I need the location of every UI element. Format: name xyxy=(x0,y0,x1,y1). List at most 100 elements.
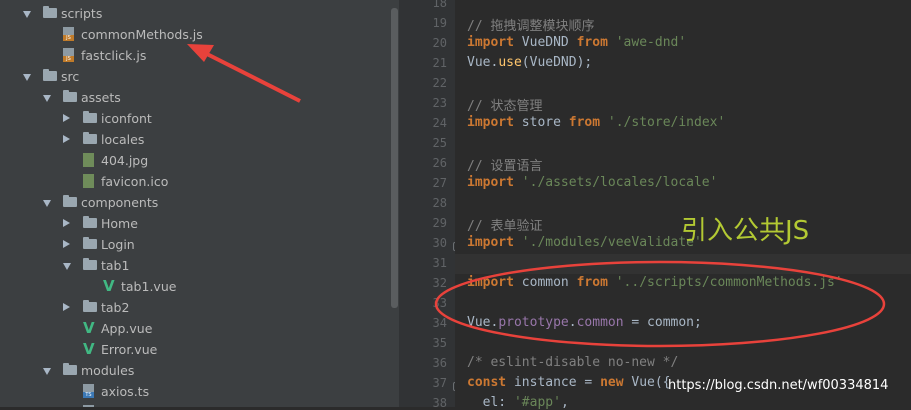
folder-icon xyxy=(63,90,77,102)
code-token: Vue. xyxy=(467,55,499,70)
code-token: . xyxy=(568,315,577,330)
code-token: , xyxy=(560,395,569,410)
code-line[interactable]: // 设置语言 xyxy=(467,155,542,174)
expand-arrow-icon[interactable] xyxy=(23,74,31,81)
code-line[interactable]: import VueDND from 'awe-dnd' xyxy=(467,35,686,50)
expand-arrow-icon[interactable] xyxy=(23,11,31,18)
tree-file-tab1-vue[interactable]: Vtab1.vue xyxy=(0,276,390,297)
code-token: Vue({ xyxy=(623,375,671,390)
folder-icon xyxy=(83,216,97,228)
code-line[interactable]: /* eslint-disable no-new */ xyxy=(467,355,678,370)
expand-arrow-icon[interactable] xyxy=(43,368,51,375)
tree-folder-login[interactable]: Login xyxy=(0,234,390,255)
line-number: 19 xyxy=(432,16,447,30)
tree-folder-tab1[interactable]: tab1 xyxy=(0,255,390,276)
folder-icon xyxy=(83,111,97,123)
code-token: instance = xyxy=(506,375,601,390)
code-token: '#app' xyxy=(513,395,561,410)
code-line[interactable]: const instance = new Vue({ xyxy=(467,375,671,390)
expand-arrow-icon[interactable] xyxy=(43,200,51,207)
code-token: common xyxy=(576,315,624,330)
tree-folder-scripts[interactable]: scripts xyxy=(0,3,390,24)
tree-item-label: iconfont xyxy=(101,111,152,126)
tree-folder-modules[interactable]: modules xyxy=(0,360,390,381)
code-token: Vue. xyxy=(467,315,499,330)
code-token: import xyxy=(467,115,514,130)
tree-file-partial[interactable] xyxy=(0,402,390,407)
line-number: 29 xyxy=(432,216,447,230)
code-token: './store/index' xyxy=(600,115,726,130)
line-number: 28 xyxy=(432,196,447,210)
line-number: 30 xyxy=(432,236,447,250)
line-number: 34 xyxy=(432,316,447,330)
collapse-arrow-icon[interactable] xyxy=(63,303,70,311)
tree-item-label: 404.jpg xyxy=(101,153,149,168)
code-token: (VueDND); xyxy=(521,55,593,70)
tree-folder-tab2[interactable]: tab2 xyxy=(0,297,390,318)
code-token: import xyxy=(467,35,514,50)
tree-file-commonmethods-js[interactable]: commonMethods.js xyxy=(0,24,390,45)
tree-item-label: Home xyxy=(101,216,138,231)
tree-item-label: assets xyxy=(81,90,121,105)
tree-item-label: Error.vue xyxy=(101,342,158,357)
js-file-icon xyxy=(63,48,74,62)
folder-icon xyxy=(83,132,97,144)
tree-file-axios-ts[interactable]: axios.ts xyxy=(0,381,390,402)
tree-folder-src[interactable]: src xyxy=(0,66,390,87)
code-line[interactable]: // 表单验证 xyxy=(467,215,542,234)
tree-scrollbar[interactable] xyxy=(390,0,399,407)
code-token: from xyxy=(576,275,608,290)
line-number: 21 xyxy=(432,56,447,70)
tree-file-fastclick-js[interactable]: fastclick.js xyxy=(0,45,390,66)
code-token: VueDND xyxy=(513,35,577,50)
collapse-arrow-icon[interactable] xyxy=(63,114,70,122)
tree-file-favicon-ico[interactable]: favicon.ico xyxy=(0,171,390,192)
code-editor[interactable]: // 拖拽调整模块顺序 import VueDND from 'awe-dnd' V… xyxy=(455,0,911,410)
project-tree: scripts commonMethods.js fastclick.js src as… xyxy=(0,0,390,407)
collapse-arrow-icon[interactable] xyxy=(63,240,70,248)
code-line[interactable]: el: '#app', xyxy=(467,395,569,410)
tree-item-label: scripts xyxy=(61,6,103,21)
line-number: 38 xyxy=(432,396,447,410)
tree-folder-locales[interactable]: locales xyxy=(0,129,390,150)
code-line[interactable]: import './modules/veeValidate' xyxy=(467,235,702,250)
code-line[interactable]: // 状态管理 xyxy=(467,95,542,114)
tree-item-label: axios.ts xyxy=(101,384,150,399)
code-token: // 状态管理 xyxy=(467,99,543,114)
vue-file-icon: V xyxy=(83,340,95,358)
tree-item-label: commonMethods.js xyxy=(81,27,203,42)
folder-icon xyxy=(83,258,97,270)
code-line[interactable]: // 拖拽调整模块顺序 xyxy=(467,15,594,34)
code-token: /* eslint-disable no-new */ xyxy=(467,355,679,370)
img-file-icon xyxy=(83,153,94,167)
tree-folder-assets[interactable]: assets xyxy=(0,87,390,108)
line-number: 27 xyxy=(432,176,447,190)
annotation-text: 引入公共JS xyxy=(681,216,810,246)
tree-folder-home[interactable]: Home xyxy=(0,213,390,234)
tree-folder-iconfont[interactable]: iconfont xyxy=(0,108,390,129)
tree-file-404-jpg[interactable]: 404.jpg xyxy=(0,150,390,171)
expand-arrow-icon[interactable] xyxy=(43,95,51,102)
folder-icon xyxy=(83,300,97,312)
tree-folder-components[interactable]: components xyxy=(0,192,390,213)
collapse-arrow-icon[interactable] xyxy=(63,135,70,143)
code-token: new xyxy=(600,375,624,390)
code-line[interactable]: import store from './store/index' xyxy=(467,115,725,130)
code-line[interactable]: import common from '../scripts/commonMet… xyxy=(467,275,843,290)
line-number: 35 xyxy=(432,336,447,350)
code-token: import xyxy=(467,175,514,190)
code-token: // 表单验证 xyxy=(467,219,543,234)
tree-file-error-vue[interactable]: V Error.vue xyxy=(0,339,390,360)
code-line[interactable]: Vue.use(VueDND); xyxy=(467,55,592,70)
tree-scroll-thumb[interactable] xyxy=(391,8,398,308)
tree-item-label: components xyxy=(81,195,159,210)
expand-arrow-icon[interactable] xyxy=(63,263,71,270)
editor-gutter: 18 19 20 21 22 23 24 25 26 27 28 29 30 31 32 33 34 35 36 37… xyxy=(399,0,462,410)
code-token: 'awe-dnd' xyxy=(607,35,687,50)
tree-item-label: fastclick.js xyxy=(81,48,147,63)
line-number: 32 xyxy=(432,276,447,290)
collapse-arrow-icon[interactable] xyxy=(63,219,70,227)
tree-file-app-vue[interactable]: V App.vue xyxy=(0,318,390,339)
code-line[interactable]: Vue.prototype.common = common; xyxy=(467,315,702,330)
code-line[interactable]: import './assets/locales/locale' xyxy=(467,175,717,190)
